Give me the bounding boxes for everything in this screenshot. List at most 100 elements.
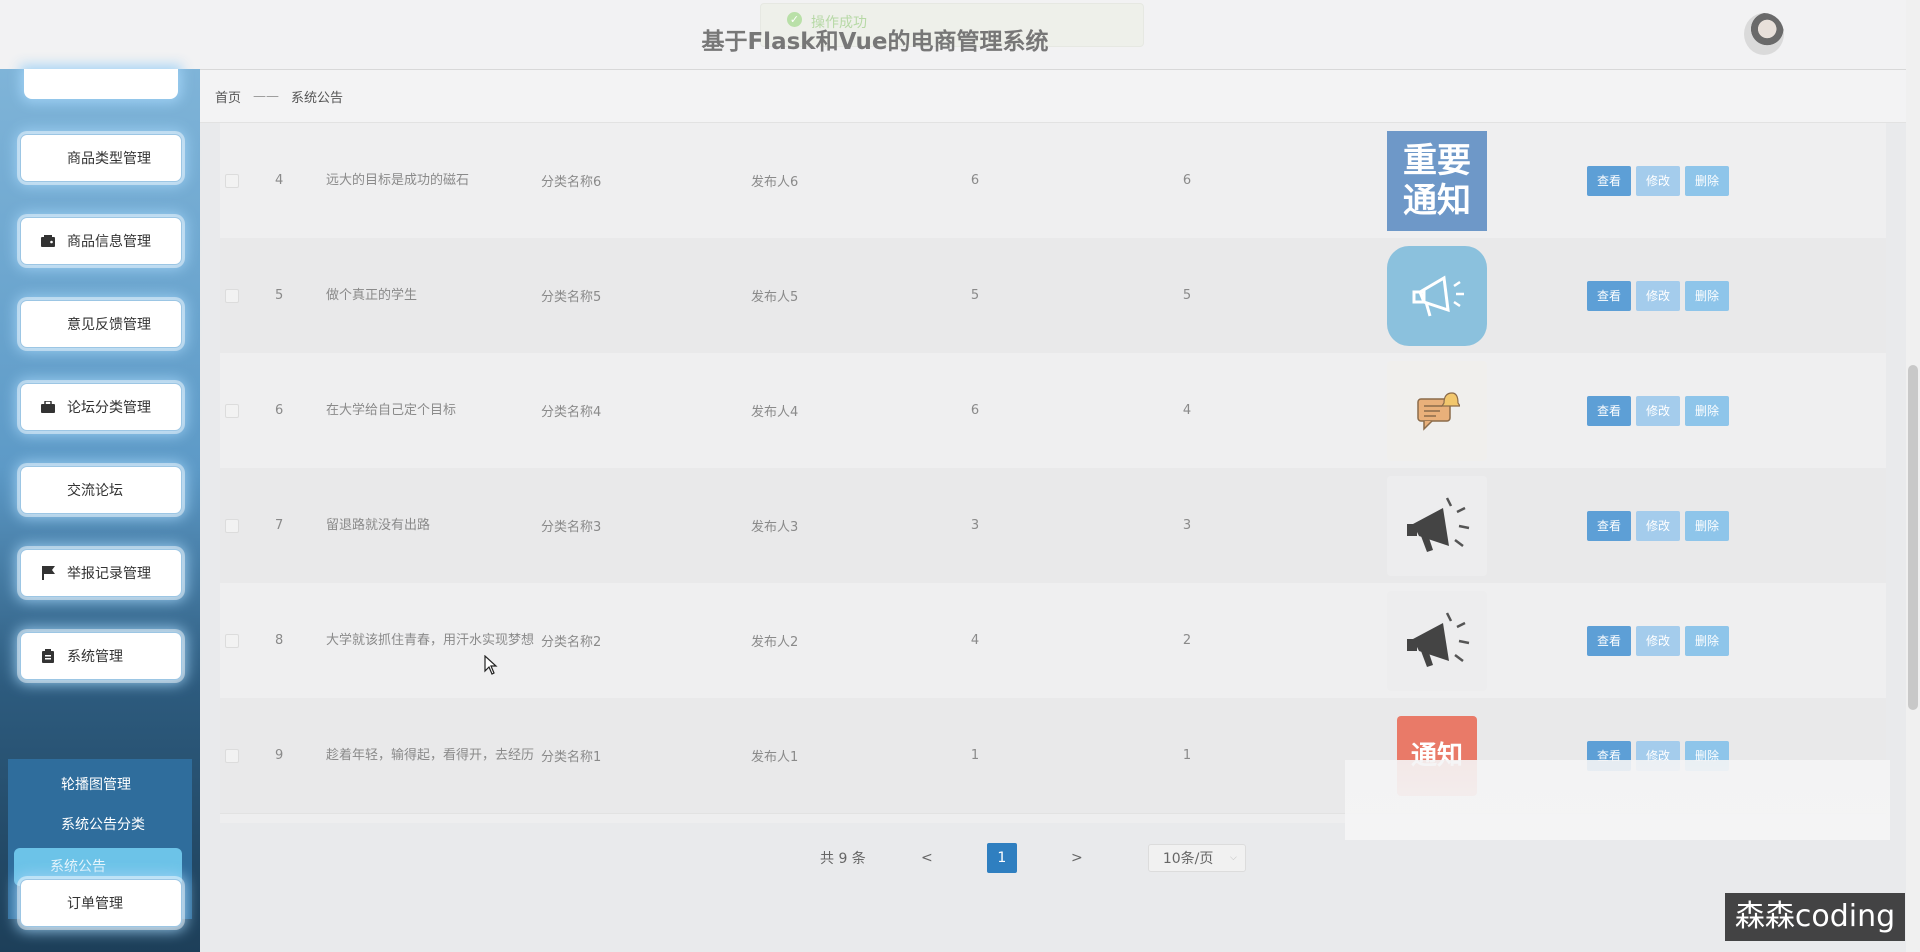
scrollbar-thumb[interactable] — [1908, 365, 1918, 710]
edit-button[interactable]: 修改 — [1636, 165, 1681, 196]
row-count-b: 6 — [1182, 173, 1192, 188]
row-publisher: 发布人6 — [751, 175, 799, 190]
image-text: 通知 — [1403, 180, 1471, 221]
user-avatar[interactable] — [1744, 13, 1784, 55]
row-index: 4 — [275, 173, 284, 188]
row-checkbox[interactable] — [225, 519, 239, 533]
edit-button[interactable]: 修改 — [1636, 510, 1681, 541]
submenu-item-carousel[interactable]: 轮播图管理 — [14, 766, 182, 804]
breadcrumb-separator: —— — [253, 88, 280, 104]
page-size-value: 10条/页 — [1162, 851, 1214, 867]
page-number-current[interactable]: 1 — [986, 843, 1017, 873]
row-actions: 查看 修改 删除 — [1587, 583, 1734, 698]
delete-button[interactable]: 删除 — [1685, 280, 1730, 311]
row-index: 9 — [275, 748, 284, 763]
breadcrumb: 首页 —— 系统公告 — [200, 70, 1906, 123]
row-index: 8 — [275, 633, 284, 648]
row-title: 留退路就没有出路 — [326, 518, 431, 533]
megaphone-icon — [1387, 590, 1487, 691]
view-button[interactable]: 查看 — [1587, 165, 1632, 196]
grid-icon — [41, 151, 55, 165]
sidebar-item-label: 商品信息管理 — [67, 234, 151, 250]
sidebar: 商品类型管理 商品信息管理 意见反馈管理 论坛分类管理 交流论坛 举报记录管理 … — [0, 69, 200, 952]
view-button[interactable]: 查看 — [1587, 395, 1632, 426]
page-size-select[interactable]: 10条/页 ⌵ — [1147, 844, 1246, 872]
sidebar-item-partial[interactable] — [24, 69, 178, 99]
sidebar-item-forum-category[interactable]: 论坛分类管理 — [20, 383, 182, 431]
briefcase-icon — [41, 400, 55, 414]
megaphone-icon — [1387, 245, 1487, 346]
row-publisher: 发布人4 — [751, 405, 799, 420]
row-checkbox[interactable] — [225, 174, 239, 188]
sidebar-item-forum[interactable]: 交流论坛 — [20, 466, 182, 514]
table-row: 4 远大的目标是成功的磁石 分类名称6 发布人6 6 6 重要 通知 查看 修改 … — [220, 123, 1886, 239]
delete-button[interactable]: 删除 — [1685, 625, 1730, 656]
sidebar-item-report[interactable]: 举报记录管理 — [20, 549, 182, 597]
sidebar-item-label: 论坛分类管理 — [67, 400, 151, 416]
row-actions: 查看 修改 删除 — [1587, 123, 1734, 238]
next-page-button[interactable]: > — [1062, 850, 1092, 866]
row-count-a: 6 — [970, 173, 980, 188]
chevron-down-icon: ⌵ — [1229, 853, 1237, 863]
row-checkbox[interactable] — [225, 749, 239, 763]
row-index: 5 — [275, 288, 284, 303]
delete-button[interactable]: 删除 — [1685, 165, 1730, 196]
top-header: ✓ 操作成功 基于Flask和Vue的电商管理系统 — [0, 0, 1906, 70]
overlay-fade — [1345, 760, 1890, 840]
edit-button[interactable]: 修改 — [1636, 625, 1681, 656]
row-count-a: 1 — [970, 748, 980, 763]
sidebar-item-orders[interactable]: 订单管理 — [20, 879, 182, 927]
sidebar-item-label: 订单管理 — [67, 896, 123, 912]
row-image-cell — [1387, 238, 1487, 353]
row-actions: 查看 修改 删除 — [1587, 238, 1734, 353]
grid-icon — [41, 317, 55, 331]
sidebar-item-product-info[interactable]: 商品信息管理 — [20, 217, 182, 265]
prev-page-button[interactable]: < — [912, 850, 942, 866]
table-row: 7 留退路就没有出路 分类名称3 发布人3 3 3 查看 修改 删除 — [220, 468, 1886, 584]
row-count-b: 1 — [1182, 748, 1192, 763]
row-title: 在大学给自己定个目标 — [326, 403, 457, 418]
submenu-item-notice-category[interactable]: 系统公告分类 — [14, 806, 182, 844]
row-image-cell — [1387, 583, 1487, 698]
row-checkbox[interactable] — [225, 404, 239, 418]
row-category: 分类名称2 — [541, 635, 602, 650]
edit-button[interactable]: 修改 — [1636, 280, 1681, 311]
sidebar-item-label: 意见反馈管理 — [67, 317, 151, 333]
row-index: 7 — [275, 518, 284, 533]
edit-button[interactable]: 修改 — [1636, 395, 1681, 426]
important-notice-image: 重要 通知 — [1387, 130, 1487, 231]
watermark: 森森coding — [1725, 893, 1905, 941]
sidebar-item-product-type[interactable]: 商品类型管理 — [20, 134, 182, 182]
row-count-a: 5 — [970, 288, 980, 303]
row-title: 趁着年轻，输得起，看得开，去经历 — [326, 748, 535, 763]
mouse-cursor-icon — [484, 655, 498, 675]
notice-table: 4 远大的目标是成功的磁石 分类名称6 发布人6 6 6 重要 通知 查看 修改 … — [220, 123, 1886, 823]
row-category: 分类名称6 — [541, 175, 602, 190]
table-row: 6 在大学给自己定个目标 分类名称4 发布人4 6 4 查看 修改 删除 — [220, 353, 1886, 469]
row-publisher: 发布人5 — [751, 290, 799, 305]
row-category: 分类名称1 — [541, 750, 602, 765]
row-checkbox[interactable] — [225, 289, 239, 303]
row-image-cell — [1387, 353, 1487, 468]
delete-button[interactable]: 删除 — [1685, 395, 1730, 426]
row-actions: 查看 修改 删除 — [1587, 353, 1734, 468]
table-row: 8 大学就该抓住青春，用汗水实现梦想 分类名称2 发布人2 4 2 查看 修改 … — [220, 583, 1886, 699]
view-button[interactable]: 查看 — [1587, 280, 1632, 311]
grid-icon — [41, 483, 55, 497]
sidebar-item-feedback[interactable]: 意见反馈管理 — [20, 300, 182, 348]
sidebar-item-system[interactable]: 系统管理 — [20, 632, 182, 680]
row-index: 6 — [275, 403, 284, 418]
app-title: 基于Flask和Vue的电商管理系统 — [701, 29, 1049, 55]
view-button[interactable]: 查看 — [1587, 510, 1632, 541]
row-checkbox[interactable] — [225, 634, 239, 648]
row-image-cell — [1387, 468, 1487, 583]
delete-button[interactable]: 删除 — [1685, 510, 1730, 541]
chat-bell-icon — [1387, 360, 1487, 461]
megaphone-icon — [1387, 475, 1487, 576]
breadcrumb-home[interactable]: 首页 — [215, 87, 241, 106]
pagination: 共 9 条 < 1 > 10条/页 ⌵ — [820, 843, 1246, 873]
row-title: 做个真正的学生 — [326, 288, 418, 303]
flag-icon — [41, 566, 55, 580]
clipboard-icon — [41, 649, 55, 663]
view-button[interactable]: 查看 — [1587, 625, 1632, 656]
